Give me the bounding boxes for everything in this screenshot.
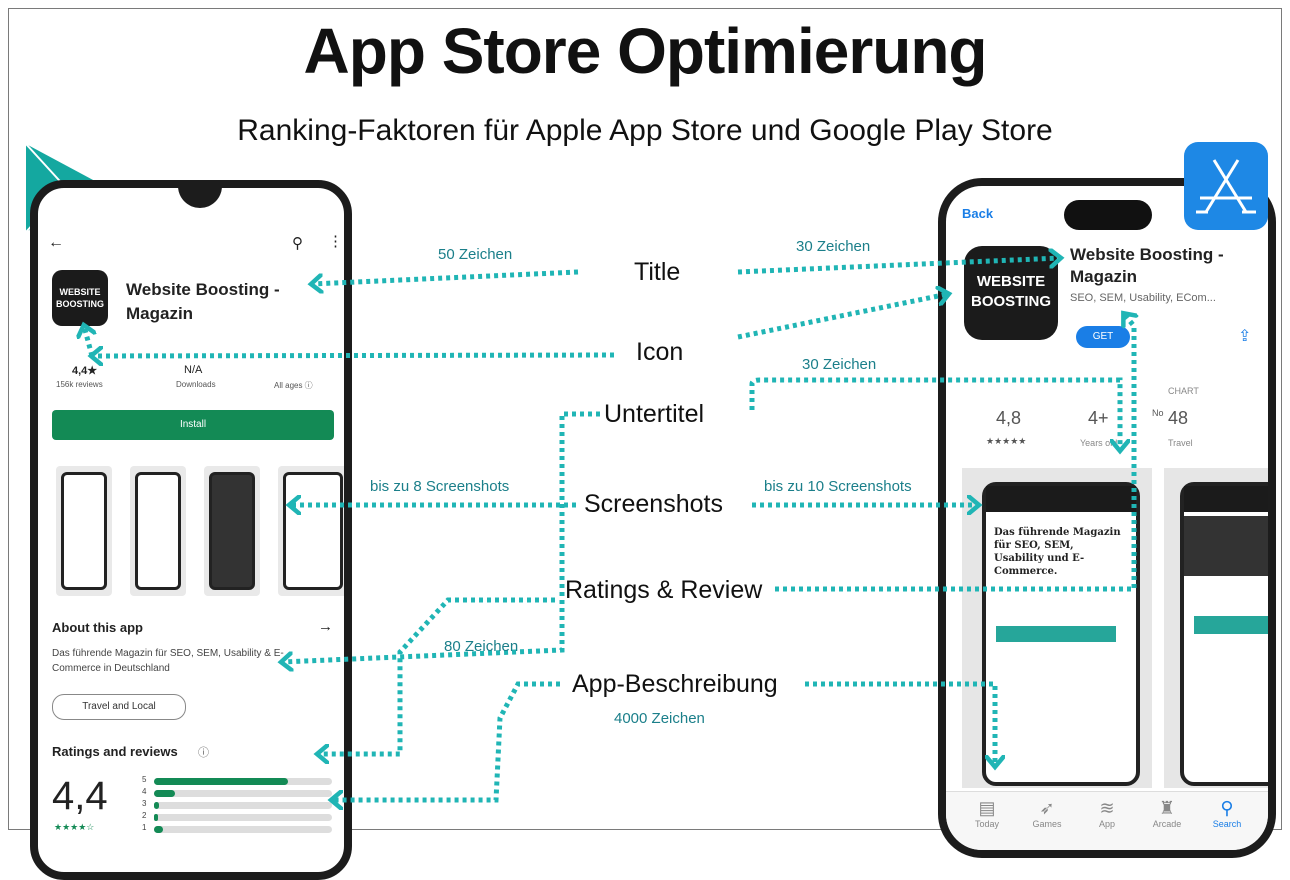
- count-android-desc: 80 Zeichen: [444, 638, 519, 655]
- count-ios-subtitle: 30 Zeichen: [802, 356, 877, 373]
- factor-beschreibung: App-Beschreibung: [572, 670, 778, 698]
- count-ios-title: 30 Zeichen: [796, 238, 871, 255]
- count-desc-long: 4000 Zeichen: [614, 710, 705, 727]
- count-android-title: 50 Zeichen: [438, 246, 513, 263]
- factor-untertitel: Untertitel: [604, 400, 705, 428]
- slide: App Store Optimierung Ranking-Faktoren f…: [0, 0, 1290, 880]
- factor-icon: Icon: [636, 338, 684, 366]
- count-ios-screens: bis zu 10 Screenshots: [764, 478, 912, 495]
- factor-title: Title: [634, 258, 681, 286]
- count-android-screens: bis zu 8 Screenshots: [370, 478, 510, 495]
- factor-ratings: Ratings & Review: [565, 576, 763, 604]
- factor-screenshots: Screenshots: [584, 490, 723, 518]
